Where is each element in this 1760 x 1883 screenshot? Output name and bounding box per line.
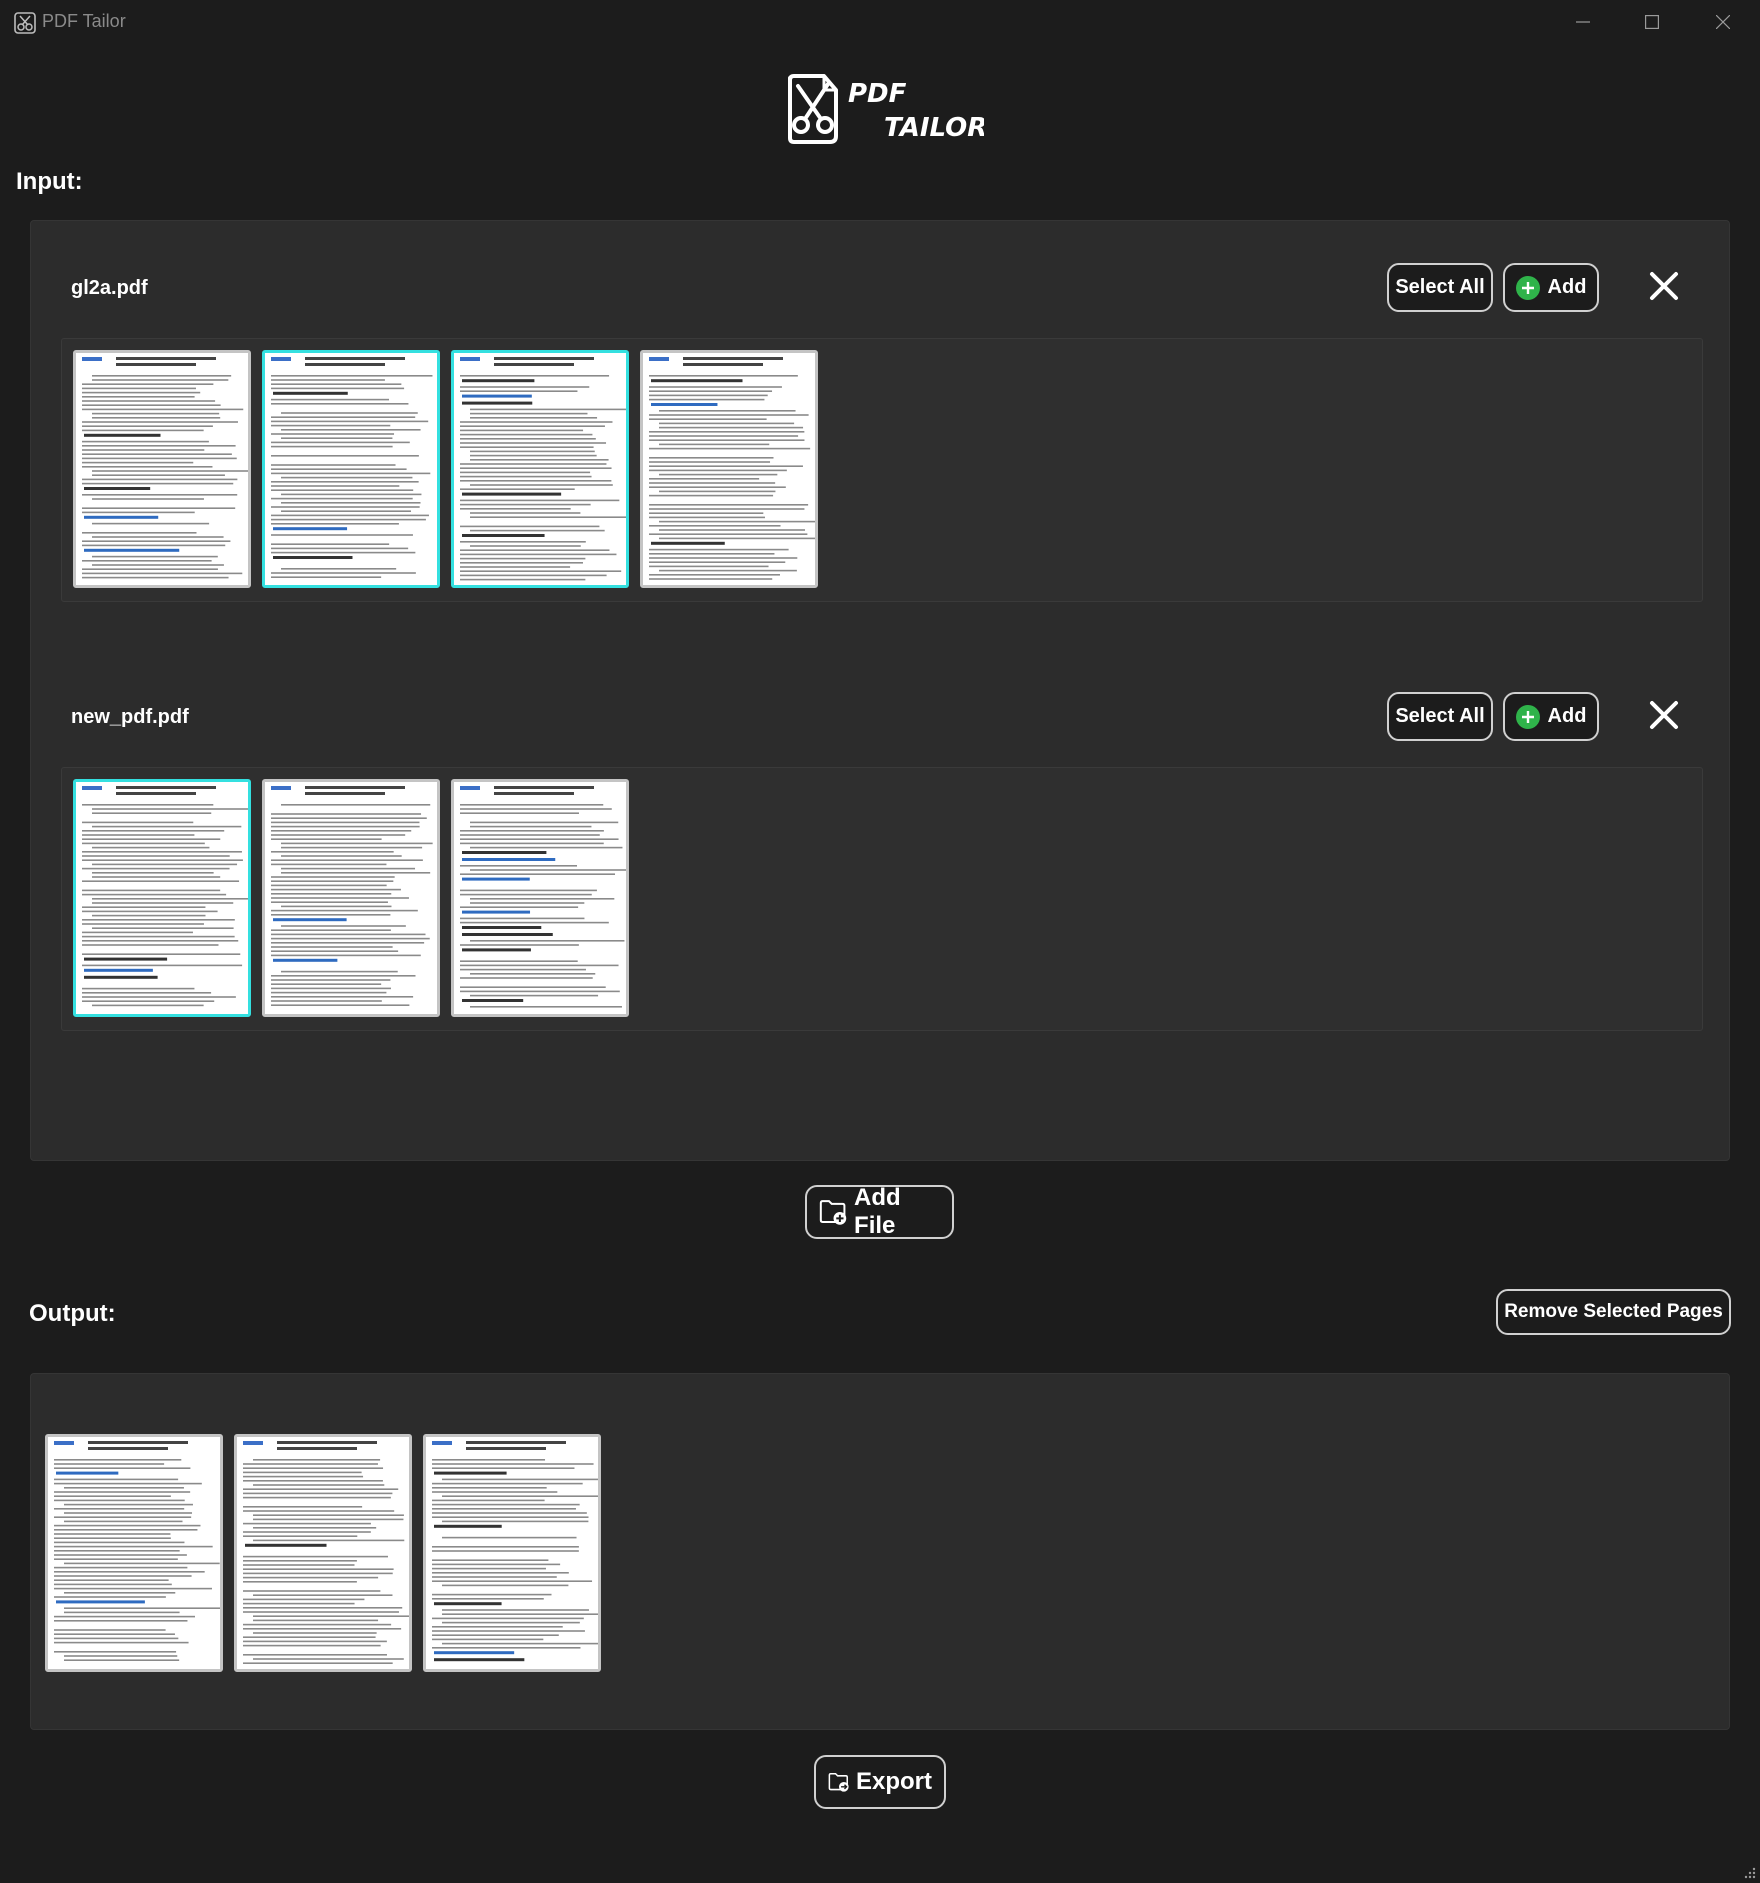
scissors-document-icon: [788, 74, 838, 144]
select-all-button[interactable]: Select All: [1387, 263, 1493, 312]
page-thumbnail[interactable]: [451, 350, 629, 588]
select-all-button[interactable]: Select All: [1387, 692, 1493, 741]
page-content-preview: [271, 786, 433, 1006]
add-pages-button[interactable]: Add: [1503, 263, 1599, 312]
close-x-icon[interactable]: [1647, 698, 1681, 732]
page-thumbnail[interactable]: [451, 779, 629, 1017]
page-content-preview: [271, 357, 433, 578]
file-name-gl2a: gl2a.pdf: [71, 277, 148, 299]
output-panel[interactable]: [30, 1373, 1730, 1730]
page-content-preview: [460, 786, 626, 1008]
maximize-button[interactable]: [1617, 0, 1687, 44]
close-icon: [1716, 15, 1730, 29]
add-label: Add: [1547, 276, 1587, 298]
window-title: PDF Tailor: [42, 11, 126, 31]
file-name-new-pdf: new_pdf.pdf: [71, 706, 189, 728]
output-page-thumbnail[interactable]: [45, 1434, 223, 1672]
select-all-label: Select All: [1395, 276, 1485, 298]
page-thumbnail[interactable]: [640, 350, 818, 588]
page-content-preview: [82, 786, 248, 1007]
folder-add-icon: [819, 1200, 847, 1225]
add-pages-button[interactable]: Add: [1503, 692, 1599, 741]
close-window-button[interactable]: [1688, 0, 1758, 44]
page-content-preview: [54, 1441, 220, 1661]
page-content-preview: [243, 1441, 409, 1664]
add-label: Add: [1547, 705, 1587, 727]
close-x-icon[interactable]: [1647, 269, 1681, 303]
output-section-label: Output:: [29, 1300, 116, 1327]
export-button[interactable]: Export: [814, 1755, 946, 1809]
page-content-preview: [82, 357, 248, 579]
remove-selected-pages-button[interactable]: Remove Selected Pages: [1496, 1289, 1731, 1335]
select-all-label: Select All: [1395, 705, 1485, 727]
minimize-icon: [1576, 21, 1590, 23]
add-file-label: Add File: [854, 1184, 901, 1239]
page-content-preview: [432, 1441, 598, 1662]
output-page-thumbnail[interactable]: [234, 1434, 412, 1672]
pages-strip-gl2a: [61, 338, 1703, 602]
remove-selected-label: Remove Selected Pages: [1504, 1301, 1723, 1322]
logo-text-pdf: PDF: [848, 79, 907, 109]
resize-grip-icon[interactable]: [1742, 1865, 1756, 1879]
pdf-tailor-logo: PDF TAILOR: [788, 74, 984, 144]
pages-strip-new-pdf: [61, 767, 1703, 1031]
input-panel[interactable]: gl2a.pdf Select All Add new_pdf.pdf Sele…: [30, 220, 1730, 1161]
plus-circle-icon: [1515, 275, 1540, 300]
add-file-button[interactable]: Add File: [805, 1184, 954, 1239]
page-thumbnail[interactable]: [73, 350, 251, 588]
logo-text-tailor: TAILOR: [884, 113, 984, 143]
output-page-thumbnail[interactable]: [423, 1434, 601, 1672]
page-thumbnail[interactable]: [73, 779, 251, 1017]
page-content-preview: [460, 357, 626, 581]
window-titlebar: PDF Tailor: [0, 0, 1760, 44]
maximize-icon: [1645, 15, 1659, 29]
plus-circle-icon: [1515, 704, 1540, 729]
page-thumbnail[interactable]: [262, 779, 440, 1017]
input-section-label: Input:: [16, 168, 83, 195]
page-thumbnail[interactable]: [262, 350, 440, 588]
export-folder-icon: [828, 1773, 849, 1792]
export-label: Export: [855, 1768, 932, 1795]
page-content-preview: [649, 357, 815, 580]
minimize-button[interactable]: [1548, 0, 1618, 44]
app-scissors-icon: [14, 12, 36, 34]
